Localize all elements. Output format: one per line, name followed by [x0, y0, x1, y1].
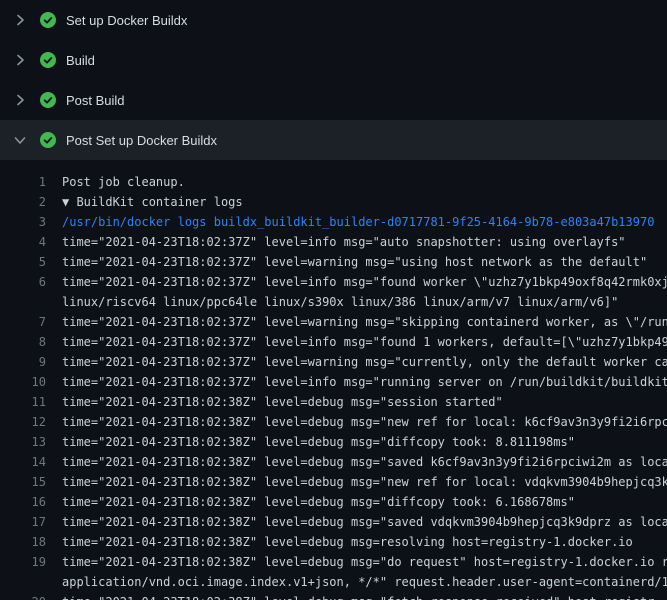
log-line-number[interactable]: 7	[0, 312, 46, 332]
log-line-number[interactable]: 5	[0, 252, 46, 272]
section-label: Build	[66, 53, 95, 68]
log-line: 14 time="2021-04-23T18:02:38Z" level=deb…	[0, 452, 667, 472]
log-line-text: time="2021-04-23T18:02:37Z" level=info m…	[46, 232, 626, 252]
log-line-number[interactable]: 10	[0, 372, 46, 392]
log-line-text: time="2021-04-23T18:02:38Z" level=debug …	[46, 432, 575, 452]
chevron-right-icon	[12, 92, 28, 108]
log-line-number[interactable]: 3	[0, 212, 46, 232]
log-line-text: time="2021-04-23T18:02:37Z" level=warnin…	[46, 312, 667, 332]
section-build[interactable]: Build	[0, 40, 667, 80]
log-line: 13 time="2021-04-23T18:02:38Z" level=deb…	[0, 432, 667, 452]
log-line-number[interactable]: 2	[0, 192, 46, 212]
log-group-title[interactable]: BuildKit container logs	[76, 195, 242, 209]
log-line-text: time="2021-04-23T18:02:37Z" level=warnin…	[46, 352, 667, 372]
log-line-number[interactable]: 1	[0, 172, 46, 192]
log-line-text: time="2021-04-23T18:02:38Z" level=debug …	[46, 552, 667, 572]
log-line: 16 time="2021-04-23T18:02:38Z" level=deb…	[0, 492, 667, 512]
chevron-down-icon	[12, 132, 28, 148]
log-line: 12 time="2021-04-23T18:02:38Z" level=deb…	[0, 412, 667, 432]
log-line-number[interactable]: 8	[0, 332, 46, 352]
check-circle-icon	[40, 132, 56, 148]
log-line-number[interactable]	[0, 572, 46, 592]
log-line-number[interactable]: 4	[0, 232, 46, 252]
log-line: 11 time="2021-04-23T18:02:38Z" level=deb…	[0, 392, 667, 412]
log-line-number[interactable]	[0, 292, 46, 312]
log-line[interactable]: 2 ▼ BuildKit container logs	[0, 192, 667, 212]
log-line-text: ▼ BuildKit container logs	[46, 192, 243, 212]
log-line-number[interactable]: 20	[0, 592, 46, 600]
log-line: 10 time="2021-04-23T18:02:37Z" level=inf…	[0, 372, 667, 392]
caret-down-icon[interactable]: ▼	[62, 195, 76, 209]
section-label: Post Build	[66, 93, 125, 108]
log-line-text: time="2021-04-23T18:02:38Z" level=debug …	[46, 472, 667, 492]
log-line: 17 time="2021-04-23T18:02:38Z" level=deb…	[0, 512, 667, 532]
section-post-set-up-docker-buildx[interactable]: Post Set up Docker Buildx	[0, 120, 667, 160]
log-line: 18 time="2021-04-23T18:02:38Z" level=deb…	[0, 532, 667, 552]
log-output: 1 Post job cleanup. 2 ▼ BuildKit contain…	[0, 160, 667, 600]
log-line: linux/riscv64 linux/ppc64le linux/s390x …	[0, 292, 667, 312]
section-label: Set up Docker Buildx	[66, 13, 187, 28]
section-set-up-docker-buildx[interactable]: Set up Docker Buildx	[0, 0, 667, 40]
log-line-text: time="2021-04-23T18:02:38Z" level=debug …	[46, 392, 503, 412]
log-line: 15 time="2021-04-23T18:02:38Z" level=deb…	[0, 472, 667, 492]
log-line: 1 Post job cleanup.	[0, 172, 667, 192]
log-line-number[interactable]: 17	[0, 512, 46, 532]
log-line-text: time="2021-04-23T18:02:37Z" level=warnin…	[46, 252, 647, 272]
log-line-text: time="2021-04-23T18:02:38Z" level=debug …	[46, 512, 667, 532]
actions-log-viewer: Set up Docker Buildx Build Post Buil	[0, 0, 667, 600]
check-circle-icon	[40, 92, 56, 108]
log-line-text: linux/riscv64 linux/ppc64le linux/s390x …	[46, 292, 618, 312]
steps-list: Set up Docker Buildx Build Post Buil	[0, 0, 667, 160]
check-circle-icon	[40, 52, 56, 68]
log-line-text: time="2021-04-23T18:02:38Z" level=debug …	[46, 492, 575, 512]
log-line: 7 time="2021-04-23T18:02:37Z" level=warn…	[0, 312, 667, 332]
log-line: 9 time="2021-04-23T18:02:37Z" level=warn…	[0, 352, 667, 372]
log-line-text: /usr/bin/docker logs buildx_buildkit_bui…	[46, 212, 654, 232]
section-post-build[interactable]: Post Build	[0, 80, 667, 120]
log-line: 5 time="2021-04-23T18:02:37Z" level=warn…	[0, 252, 667, 272]
chevron-right-icon	[12, 52, 28, 68]
log-line-number[interactable]: 9	[0, 352, 46, 372]
chevron-right-icon	[12, 12, 28, 28]
check-circle-icon	[40, 12, 56, 28]
log-line-text: time="2021-04-23T18:02:37Z" level=info m…	[46, 272, 667, 292]
log-line-text: time="2021-04-23T18:02:38Z" level=debug …	[46, 532, 633, 552]
log-line-number[interactable]: 12	[0, 412, 46, 432]
log-line: 6 time="2021-04-23T18:02:37Z" level=info…	[0, 272, 667, 292]
log-line-number[interactable]: 19	[0, 552, 46, 572]
log-line: application/vnd.oci.image.index.v1+json,…	[0, 572, 667, 592]
log-line: 3 /usr/bin/docker logs buildx_buildkit_b…	[0, 212, 667, 232]
log-line-text: time="2021-04-23T18:02:37Z" level=info m…	[46, 372, 667, 392]
log-line-number[interactable]: 13	[0, 432, 46, 452]
log-line-number[interactable]: 18	[0, 532, 46, 552]
log-line-number[interactable]: 15	[0, 472, 46, 492]
section-label: Post Set up Docker Buildx	[66, 133, 217, 148]
log-line-text: application/vnd.oci.image.index.v1+json,…	[46, 572, 667, 592]
log-line: 20 time="2021-04-23T18:02:38Z" level=deb…	[0, 592, 667, 600]
log-line: 4 time="2021-04-23T18:02:37Z" level=info…	[0, 232, 667, 252]
log-line-number[interactable]: 16	[0, 492, 46, 512]
log-line-text: time="2021-04-23T18:02:38Z" level=debug …	[46, 452, 667, 472]
log-line-text: Post job cleanup.	[46, 172, 185, 192]
log-line: 8 time="2021-04-23T18:02:37Z" level=info…	[0, 332, 667, 352]
log-line-number[interactable]: 14	[0, 452, 46, 472]
log-line: 19 time="2021-04-23T18:02:38Z" level=deb…	[0, 552, 667, 572]
log-line-text: time="2021-04-23T18:02:38Z" level=debug …	[46, 592, 654, 600]
log-line-number[interactable]: 11	[0, 392, 46, 412]
log-line-text: time="2021-04-23T18:02:37Z" level=info m…	[46, 332, 667, 352]
log-line-text: time="2021-04-23T18:02:38Z" level=debug …	[46, 412, 667, 432]
log-line-number[interactable]: 6	[0, 272, 46, 292]
